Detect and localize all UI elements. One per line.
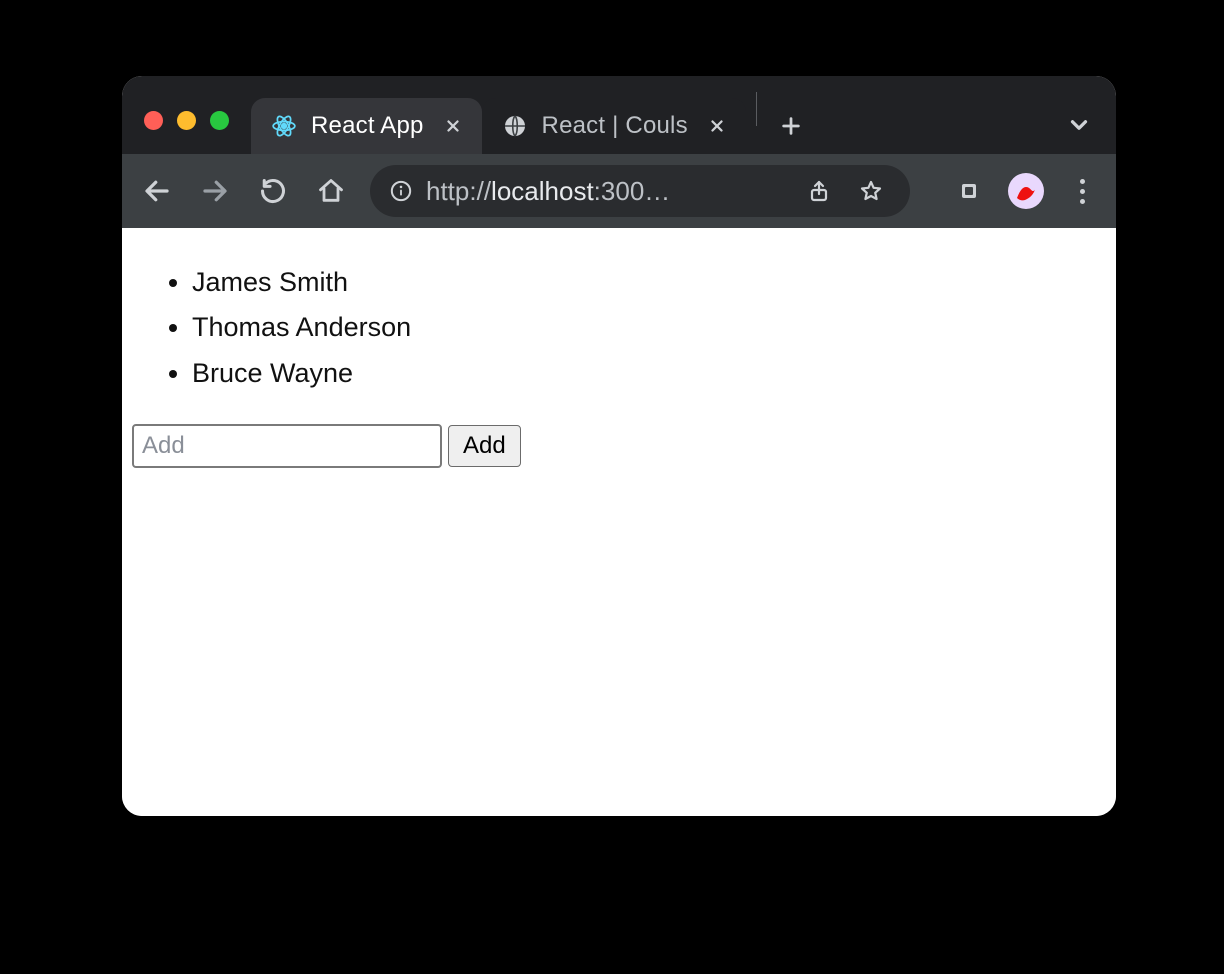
add-input[interactable] — [132, 424, 442, 468]
list-item: James Smith — [192, 260, 1116, 305]
tab-react-app[interactable]: React App — [251, 98, 482, 154]
window-traffic-lights — [122, 111, 251, 154]
list-item: Bruce Wayne — [192, 351, 1116, 396]
minimize-window-button[interactable] — [177, 111, 196, 130]
site-info-icon[interactable] — [390, 180, 412, 202]
tabs-container: React App React | Couls — [251, 76, 821, 154]
home-button[interactable] — [312, 172, 350, 210]
close-tab-icon[interactable] — [444, 117, 462, 135]
stage: React App React | Couls — [0, 0, 1224, 974]
tab-react-coulson[interactable]: React | Couls — [482, 98, 746, 154]
add-button[interactable]: Add — [448, 425, 521, 467]
back-button[interactable] — [138, 172, 176, 210]
react-icon — [271, 113, 297, 139]
new-tab-button[interactable] — [773, 108, 809, 144]
tab-overflow-button[interactable] — [1066, 112, 1092, 138]
fullscreen-window-button[interactable] — [210, 111, 229, 130]
list-item: Thomas Anderson — [192, 305, 1116, 350]
page-content: James Smith Thomas Anderson Bruce Wayne … — [122, 260, 1116, 816]
close-tab-icon[interactable] — [708, 117, 726, 135]
tab-title: React App — [311, 112, 424, 140]
globe-icon — [502, 113, 528, 139]
toolbar: http://localhost:300… — [122, 154, 1116, 228]
profile-avatar[interactable] — [1008, 173, 1044, 209]
add-form: Add — [122, 424, 1116, 468]
kebab-menu-icon[interactable] — [1064, 173, 1100, 209]
share-icon[interactable] — [800, 172, 838, 210]
tab-separator — [756, 92, 757, 126]
address-bar[interactable]: http://localhost:300… — [370, 165, 910, 217]
url-rest: :300… — [594, 176, 671, 206]
reload-button[interactable] — [254, 172, 292, 210]
close-window-button[interactable] — [144, 111, 163, 130]
forward-button[interactable] — [196, 172, 234, 210]
url-scheme: http:// — [426, 176, 491, 206]
url-host: localhost — [491, 176, 594, 206]
bookmark-star-icon[interactable] — [852, 172, 890, 210]
browser-window: React App React | Couls — [122, 76, 1116, 816]
extensions-icon[interactable] — [950, 172, 988, 210]
tab-strip: React App React | Couls — [122, 76, 1116, 154]
tab-title: React | Couls — [542, 112, 688, 140]
names-list: James Smith Thomas Anderson Bruce Wayne — [122, 260, 1116, 396]
url-text: http://localhost:300… — [426, 176, 670, 207]
